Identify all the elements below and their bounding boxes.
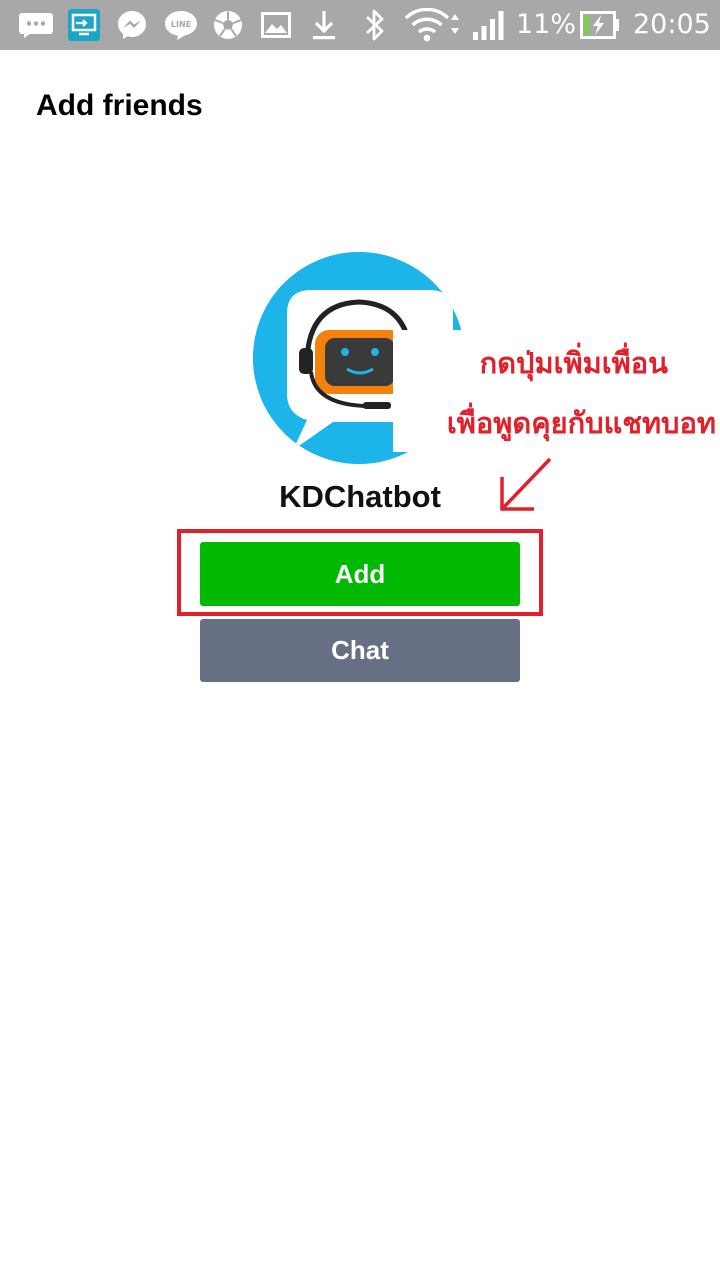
svg-text:LINE: LINE bbox=[171, 20, 191, 29]
messenger-icon bbox=[116, 8, 148, 42]
line-icon: LINE bbox=[163, 8, 199, 42]
chat-bubble-icon bbox=[18, 8, 54, 42]
annotation-highlight-box bbox=[177, 529, 543, 616]
chat-button[interactable]: Chat bbox=[200, 619, 520, 682]
signal-icon bbox=[472, 8, 506, 42]
page-title: Add friends bbox=[36, 89, 203, 122]
status-time: 20:05 bbox=[633, 9, 711, 40]
bluetooth-icon bbox=[363, 8, 387, 42]
battery-charging-icon bbox=[580, 8, 620, 42]
gallery-icon bbox=[261, 8, 291, 42]
profile-name: KDChatbot bbox=[279, 479, 441, 514]
annotation-text-line-1: กดปุ่มเพิ่มเพื่อน bbox=[479, 346, 668, 380]
status-bar: LINE 11% 20:05 bbox=[0, 0, 720, 50]
annotation-text-line-2: เพื่อพูดคุยกับแชทบอท bbox=[446, 406, 716, 440]
battery-percent: 11% bbox=[516, 9, 577, 40]
download-icon bbox=[311, 8, 337, 42]
annotation-arrow-icon bbox=[500, 457, 552, 511]
screen-cast-icon bbox=[68, 8, 100, 42]
wifi-icon bbox=[404, 8, 462, 42]
soccer-ball-icon bbox=[212, 8, 244, 42]
